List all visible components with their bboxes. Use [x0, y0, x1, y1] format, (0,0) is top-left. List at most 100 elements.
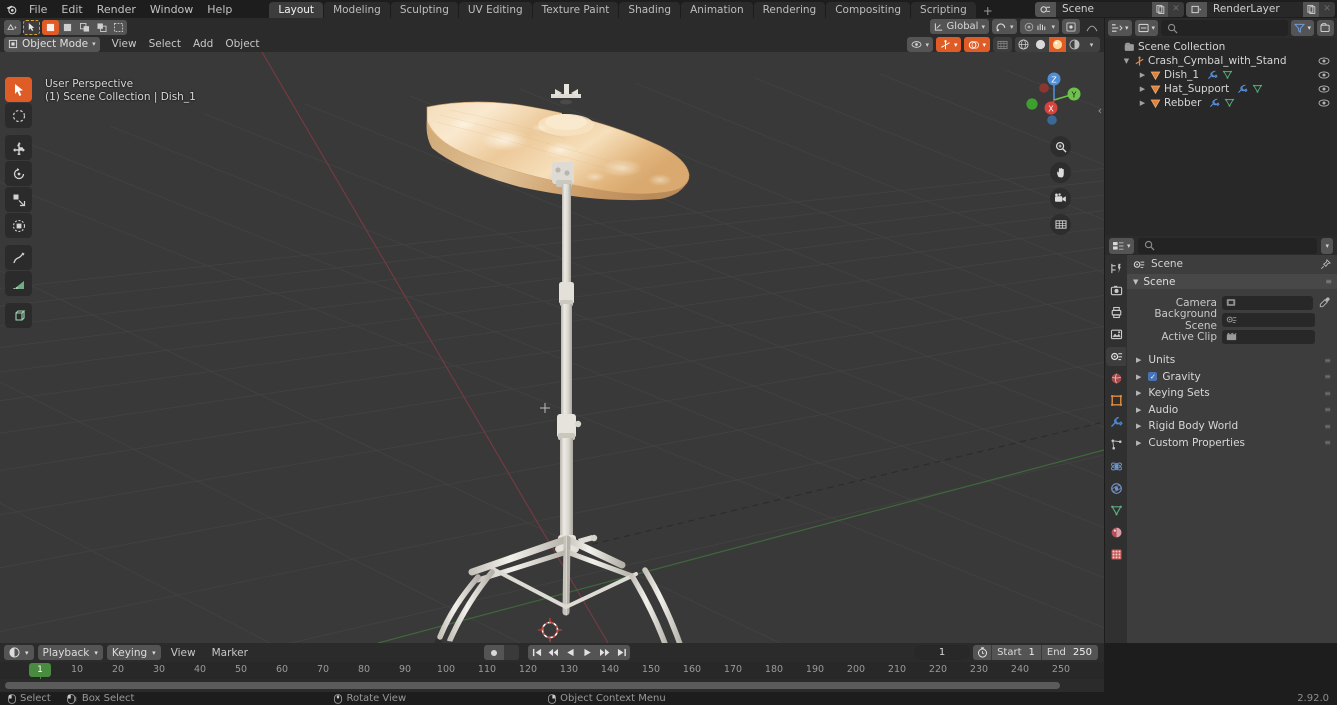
workspace-tab-animation[interactable]: Animation	[681, 2, 753, 18]
jump-to-prev-keyframe-button[interactable]	[545, 645, 562, 660]
outliner-search-input[interactable]	[1161, 20, 1289, 36]
tab-data[interactable]	[1106, 501, 1126, 520]
shading-solid-button[interactable]	[1032, 37, 1049, 52]
select-invert-button[interactable]	[93, 20, 110, 35]
jump-to-end-button[interactable]	[613, 645, 630, 660]
pin-icon[interactable]	[1320, 258, 1331, 270]
properties-search-input[interactable]	[1137, 237, 1318, 254]
viewport-canvas[interactable]: User Perspective (1) Scene Collection | …	[0, 52, 1104, 643]
workspace-tab-layout[interactable]: Layout	[269, 2, 324, 18]
select-set-button[interactable]	[42, 19, 59, 35]
tab-modifier[interactable]	[1106, 413, 1126, 432]
visibility-eye-icon[interactable]	[1318, 99, 1330, 107]
expand-right-icon[interactable]: ▶	[1137, 99, 1148, 107]
grid-icon[interactable]	[1050, 214, 1071, 235]
outliner-row-hat-support[interactable]: ▶ Hat_Support	[1105, 82, 1337, 96]
zoom-icon[interactable]	[1050, 136, 1071, 157]
view-layer-icon[interactable]	[1186, 1, 1207, 17]
visibility-eye-icon[interactable]	[1318, 85, 1330, 93]
mesh-data-icon[interactable]	[1252, 84, 1263, 94]
workspace-tab-modeling[interactable]: Modeling	[324, 2, 390, 18]
timeline-menu-view[interactable]: View	[165, 645, 202, 660]
tool-scale[interactable]	[5, 187, 32, 212]
tab-view-layer[interactable]	[1106, 325, 1126, 344]
tool-tweak[interactable]	[5, 77, 32, 102]
scene-selector[interactable]: Scene ✕	[1035, 1, 1184, 17]
current-frame-field[interactable]: 1	[914, 645, 971, 660]
keying-sets-panel-header[interactable]: ▶ Keying Sets ≡	[1127, 385, 1337, 402]
new-viewlayer-button[interactable]	[1303, 1, 1319, 17]
properties-options-button[interactable]: ▾	[1321, 237, 1333, 254]
add-workspace-button[interactable]: +	[977, 4, 999, 18]
select-subtract-button[interactable]	[76, 20, 93, 35]
shading-material-preview-button[interactable]	[1049, 37, 1066, 52]
workspace-tab-scripting[interactable]: Scripting	[911, 2, 976, 18]
camera-field[interactable]	[1222, 295, 1313, 310]
shading-dropdown-button[interactable]: ▾	[1083, 37, 1100, 52]
workspace-tab-shading[interactable]: Shading	[619, 2, 681, 18]
chevron-right-icon[interactable]: ▶	[1136, 389, 1141, 397]
chevron-right-icon[interactable]: ▶	[1136, 356, 1141, 364]
chevron-right-icon[interactable]: ▶	[1136, 406, 1141, 414]
outliner-row-dish-1[interactable]: ▶ Dish_1	[1105, 68, 1337, 82]
timeline-track-area[interactable]	[0, 679, 1104, 692]
units-panel-header[interactable]: ▶ Units ≡	[1127, 352, 1337, 369]
keying-dropdown[interactable]: Keying ▾	[106, 645, 161, 660]
expand-down-icon[interactable]: ▼	[1121, 57, 1132, 65]
expand-right-icon[interactable]: ▶	[1137, 71, 1148, 79]
play-button[interactable]	[579, 645, 596, 660]
tweak-mode-button[interactable]	[23, 19, 40, 35]
jump-to-start-button[interactable]	[528, 645, 545, 660]
timeline-horizontal-scrollbar[interactable]	[5, 682, 1060, 689]
new-scene-button[interactable]	[1152, 1, 1168, 17]
auto-keying-options-button[interactable]	[504, 645, 519, 660]
blender-logo-icon[interactable]	[0, 0, 22, 18]
visibility-eye-icon[interactable]	[1318, 57, 1330, 65]
select-intersect-button[interactable]	[110, 20, 127, 35]
gravity-checkbox[interactable]: ✓	[1148, 372, 1158, 382]
tool-add-cube[interactable]	[5, 303, 32, 328]
menu-render[interactable]: Render	[90, 1, 143, 17]
outliner-filter-button[interactable]: ▾	[1291, 20, 1314, 36]
tool-move[interactable]	[5, 135, 32, 160]
delete-viewlayer-button[interactable]: ✕	[1319, 1, 1335, 17]
tab-render[interactable]	[1106, 281, 1126, 300]
active-clip-field[interactable]	[1222, 329, 1315, 344]
workspace-tab-texture-paint[interactable]: Texture Paint	[532, 2, 619, 18]
tab-output[interactable]	[1106, 303, 1126, 322]
falloff-curve-icon[interactable]	[1083, 19, 1100, 34]
select-extend-button[interactable]	[59, 20, 76, 35]
transform-orientation-dropdown[interactable]: Global ▾	[929, 19, 989, 34]
editor-type-button[interactable]	[4, 19, 21, 35]
play-reverse-button[interactable]	[562, 645, 579, 660]
menu-edit[interactable]: Edit	[54, 1, 89, 17]
timeline-ruler[interactable]: 10 20 30 40 50 60 70 80 90 100 110 120 1…	[0, 662, 1104, 698]
outliner-new-collection-button[interactable]	[1317, 20, 1334, 36]
viewport-menu-add[interactable]: Add	[187, 37, 219, 52]
tab-material[interactable]	[1106, 523, 1126, 542]
use-preview-range-icon[interactable]	[973, 647, 991, 658]
chevron-down-icon[interactable]: ▼	[1133, 278, 1138, 286]
menu-file[interactable]: File	[22, 1, 54, 17]
mesh-data-icon[interactable]	[1222, 70, 1233, 80]
scene-name[interactable]: Scene	[1056, 3, 1152, 15]
properties-editor-type-button[interactable]: ▾	[1109, 237, 1134, 254]
menu-help[interactable]: Help	[200, 1, 239, 17]
outliner-row-scene-collection[interactable]: Scene Collection	[1105, 40, 1337, 54]
navigation-gizmo[interactable]: Z Y X	[1020, 66, 1088, 134]
visibility-eye-icon[interactable]	[1318, 71, 1330, 79]
tab-tool[interactable]	[1106, 259, 1126, 278]
scene-icon[interactable]	[1035, 1, 1056, 17]
snap-dropdown[interactable]: ▾	[991, 19, 1018, 34]
tool-measure[interactable]	[5, 271, 32, 296]
auto-keying-button[interactable]	[484, 645, 504, 660]
outliner-row-crash-cymbal-with-stand[interactable]: ▼ Crash_Cymbal_with_Stand	[1105, 54, 1337, 68]
snap-target-button[interactable]	[1062, 19, 1080, 34]
outliner-editor-type-button[interactable]: ▾	[1108, 20, 1132, 36]
chevron-right-icon[interactable]: ▶	[1136, 422, 1141, 430]
modifier-icon[interactable]	[1209, 98, 1220, 108]
tool-rotate[interactable]	[5, 161, 32, 186]
viewlayer-selector[interactable]: RenderLayer ✕	[1186, 1, 1335, 17]
outliner-display-mode-dropdown[interactable]: ▾	[1134, 20, 1159, 36]
background-scene-field[interactable]	[1222, 312, 1315, 327]
